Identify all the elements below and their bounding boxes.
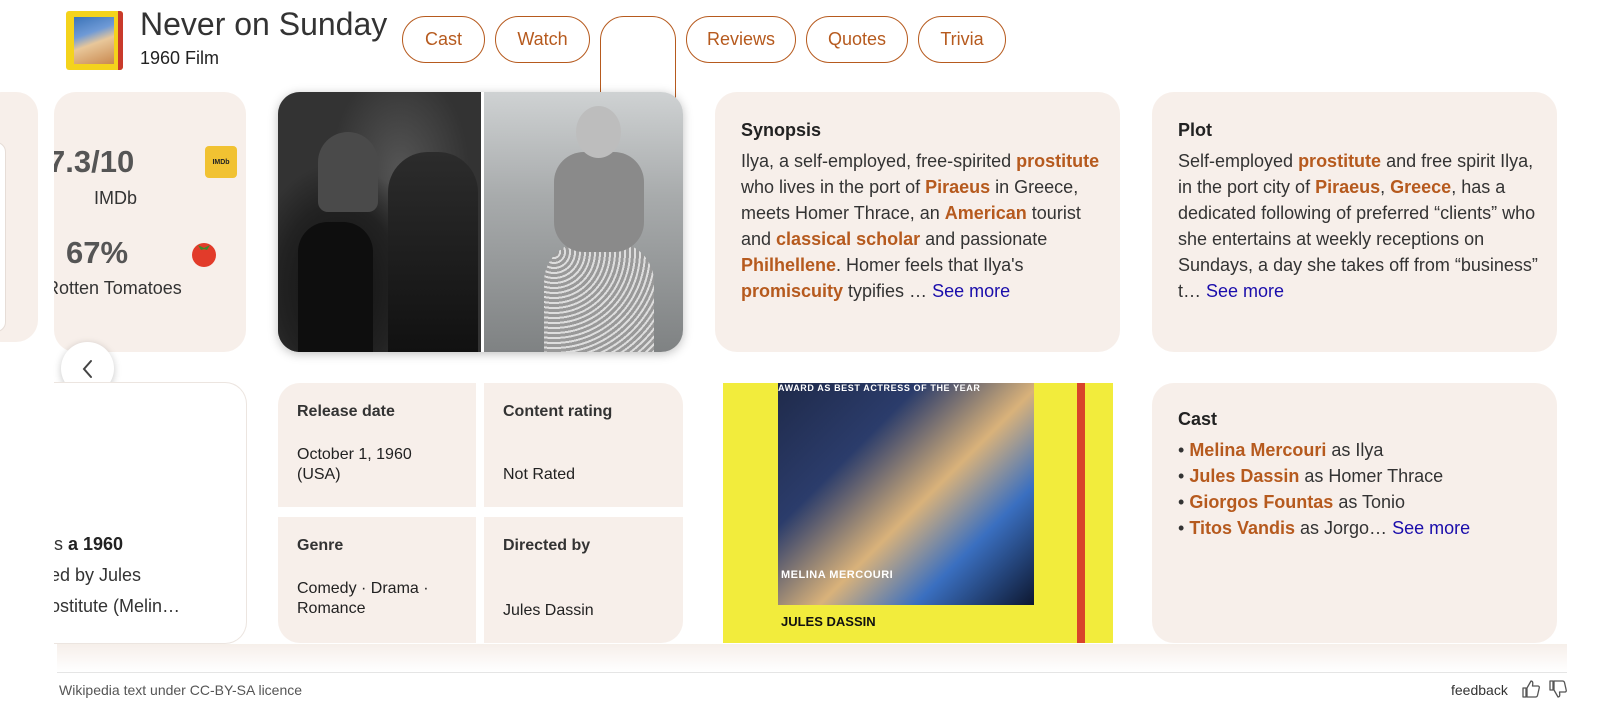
rotten-tomatoes-label: Rotten Tomatoes bbox=[54, 278, 182, 298]
photo-figure bbox=[576, 106, 621, 158]
photo-gallery[interactable] bbox=[278, 92, 683, 352]
cast-see-more-link[interactable]: See more bbox=[1392, 518, 1470, 538]
still-photo-actress[interactable] bbox=[484, 92, 683, 352]
feedback-link[interactable]: feedback bbox=[1451, 682, 1508, 698]
cast-actor-link[interactable]: Melina Mercouri bbox=[1189, 440, 1326, 460]
page-title: Never on Sunday bbox=[140, 6, 388, 42]
synopsis-text: Ilya, a self-employed, free-spirited pro… bbox=[741, 148, 1101, 304]
plot-text: Self-employed prostitute and free spirit… bbox=[1178, 148, 1538, 304]
tab-quotes[interactable]: Quotes bbox=[806, 16, 908, 63]
still-photo-group[interactable] bbox=[278, 92, 481, 352]
link-piraeus[interactable]: Piraeus bbox=[1315, 177, 1380, 197]
photo-figure bbox=[544, 242, 654, 352]
cast-list-item: • Melina Mercouri as Ilya bbox=[1178, 440, 1384, 460]
genre-label: Genre bbox=[297, 537, 344, 554]
rotten-tomatoes-score: 67% bbox=[66, 235, 129, 270]
movie-poster-thumbnail[interactable] bbox=[66, 11, 123, 70]
directed-by-box[interactable]: Directed by Jules Dassin bbox=[484, 517, 683, 643]
offscreen-card-inner bbox=[0, 142, 6, 332]
description-bold: a 1960 bbox=[68, 534, 124, 554]
thumbnail-image bbox=[74, 17, 114, 64]
imdb-score: 7.3/10 bbox=[54, 144, 135, 179]
link-greece[interactable]: Greece bbox=[1390, 177, 1451, 197]
cast-role: as Tonio bbox=[1333, 492, 1406, 512]
footer-fade bbox=[57, 644, 1567, 672]
description-text: is a 1960 ed by Jules ostitute (Melin… bbox=[54, 529, 246, 622]
link-philhellene[interactable]: Philhellene bbox=[741, 255, 836, 275]
link-classical-scholar[interactable]: classical scholar bbox=[776, 229, 920, 249]
poster-actress-name: MELINA MERCOURI bbox=[781, 569, 894, 581]
synopsis-see-more-link[interactable]: See more bbox=[932, 281, 1010, 301]
synopsis-text-part: who lives in the port of bbox=[741, 177, 926, 197]
genre-value: Comedy · Drama · Romance bbox=[297, 580, 429, 617]
poster-strip bbox=[1077, 383, 1085, 643]
cast-role: as Homer Thrace bbox=[1299, 466, 1444, 486]
imdb-label: IMDb bbox=[94, 188, 138, 208]
poster-award-text: AWARD AS BEST ACTRESS OF THE YEAR bbox=[778, 383, 981, 393]
photo-figure bbox=[554, 152, 644, 252]
content-rating-label: Content rating bbox=[503, 403, 613, 420]
synopsis-text-part: typifies … bbox=[843, 281, 933, 301]
thumbnail-strip bbox=[118, 11, 123, 70]
release-date-box[interactable]: Release date October 1, 1960 (USA) bbox=[278, 383, 476, 507]
synopsis-text-part: and passionate bbox=[920, 229, 1048, 249]
link-promiscuity[interactable]: promiscuity bbox=[741, 281, 843, 301]
cast-list: • Melina Mercouri as Ilya • Jules Dassin… bbox=[1178, 437, 1538, 541]
content-rating-box[interactable]: Content rating Not Rated bbox=[484, 383, 683, 507]
description-line-3: ostitute (Melin… bbox=[54, 596, 181, 616]
link-prostitute[interactable]: prostitute bbox=[1016, 151, 1099, 171]
synopsis-text-part: Ilya, a self-employed, free-spirited bbox=[741, 151, 1017, 171]
description-line-1: is bbox=[54, 534, 63, 554]
thumbs-down-icon[interactable] bbox=[1548, 679, 1568, 699]
cast-actor-link[interactable]: Giorgos Fountas bbox=[1189, 492, 1333, 512]
photo-figure bbox=[318, 132, 378, 212]
licence-text[interactable]: Wikipedia text under CC-BY-SA licence bbox=[59, 682, 302, 698]
cast-title: Cast bbox=[1178, 409, 1218, 429]
cast-role: as Jorgo… bbox=[1295, 518, 1393, 538]
photo-figure bbox=[298, 222, 373, 352]
plot-card[interactable]: Plot Self-employed prostitute and free s… bbox=[1152, 92, 1557, 352]
plot-title: Plot bbox=[1178, 120, 1212, 140]
cast-list-item: • Titos Vandis as Jorgo… See more bbox=[1178, 518, 1471, 538]
synopsis-title: Synopsis bbox=[741, 120, 822, 140]
director-link[interactable]: Jules Dassin bbox=[503, 601, 594, 621]
page-subtitle: 1960 Film bbox=[140, 48, 220, 68]
imdb-icon: IMDb bbox=[205, 146, 237, 178]
genre-box[interactable]: Genre Comedy · Drama · Romance bbox=[278, 517, 476, 643]
link-piraeus[interactable]: Piraeus bbox=[925, 177, 990, 197]
cast-role: as Ilya bbox=[1326, 440, 1384, 460]
release-date-value: October 1, 1960 (USA) bbox=[297, 446, 412, 483]
directed-by-label: Directed by bbox=[503, 537, 591, 554]
offscreen-card[interactable] bbox=[0, 92, 38, 342]
plot-see-more-link[interactable]: See more bbox=[1206, 281, 1284, 301]
release-date-label: Release date bbox=[297, 403, 395, 420]
cast-card[interactable]: Cast • Melina Mercouri as Ilya • Jules D… bbox=[1152, 383, 1557, 643]
cast-actor-link[interactable]: Jules Dassin bbox=[1189, 466, 1299, 486]
link-prostitute[interactable]: prostitute bbox=[1298, 151, 1381, 171]
synopsis-text-part: . Homer feels that Ilya's bbox=[836, 255, 1024, 275]
cast-actor-link[interactable]: Titos Vandis bbox=[1189, 518, 1295, 538]
footer-divider bbox=[57, 672, 1567, 673]
ratings-card[interactable]: 7.3/10 IMDb IMDb 67% Rotten Tomatoes bbox=[54, 92, 246, 352]
tab-trivia[interactable]: Trivia bbox=[918, 16, 1006, 63]
photo-figure bbox=[388, 152, 478, 352]
thumbs-up-icon[interactable] bbox=[1521, 679, 1541, 699]
chevron-left-icon bbox=[82, 359, 92, 378]
link-american[interactable]: American bbox=[945, 203, 1027, 223]
movie-poster-image[interactable]: AWARD AS BEST ACTRESS OF THE YEAR MELINA… bbox=[723, 383, 1113, 643]
description-card[interactable]: is a 1960 ed by Jules ostitute (Melin… bbox=[54, 382, 247, 644]
tab-cast[interactable]: Cast bbox=[402, 16, 485, 63]
plot-text-part: Self-employed bbox=[1178, 151, 1299, 171]
tab-watch[interactable]: Watch bbox=[495, 16, 590, 63]
poster-director-name: JULES DASSIN bbox=[781, 614, 876, 629]
content-rating-value: Not Rated bbox=[503, 466, 576, 483]
plot-text-part: , bbox=[1380, 177, 1391, 197]
synopsis-card[interactable]: Synopsis Ilya, a self-employed, free-spi… bbox=[715, 92, 1120, 352]
tomato-icon bbox=[192, 243, 216, 267]
cast-list-item: • Giorgos Fountas as Tonio bbox=[1178, 492, 1406, 512]
description-line-2: ed by Jules bbox=[54, 565, 142, 585]
cast-list-item: • Jules Dassin as Homer Thrace bbox=[1178, 466, 1444, 486]
tab-reviews[interactable]: Reviews bbox=[686, 16, 796, 63]
